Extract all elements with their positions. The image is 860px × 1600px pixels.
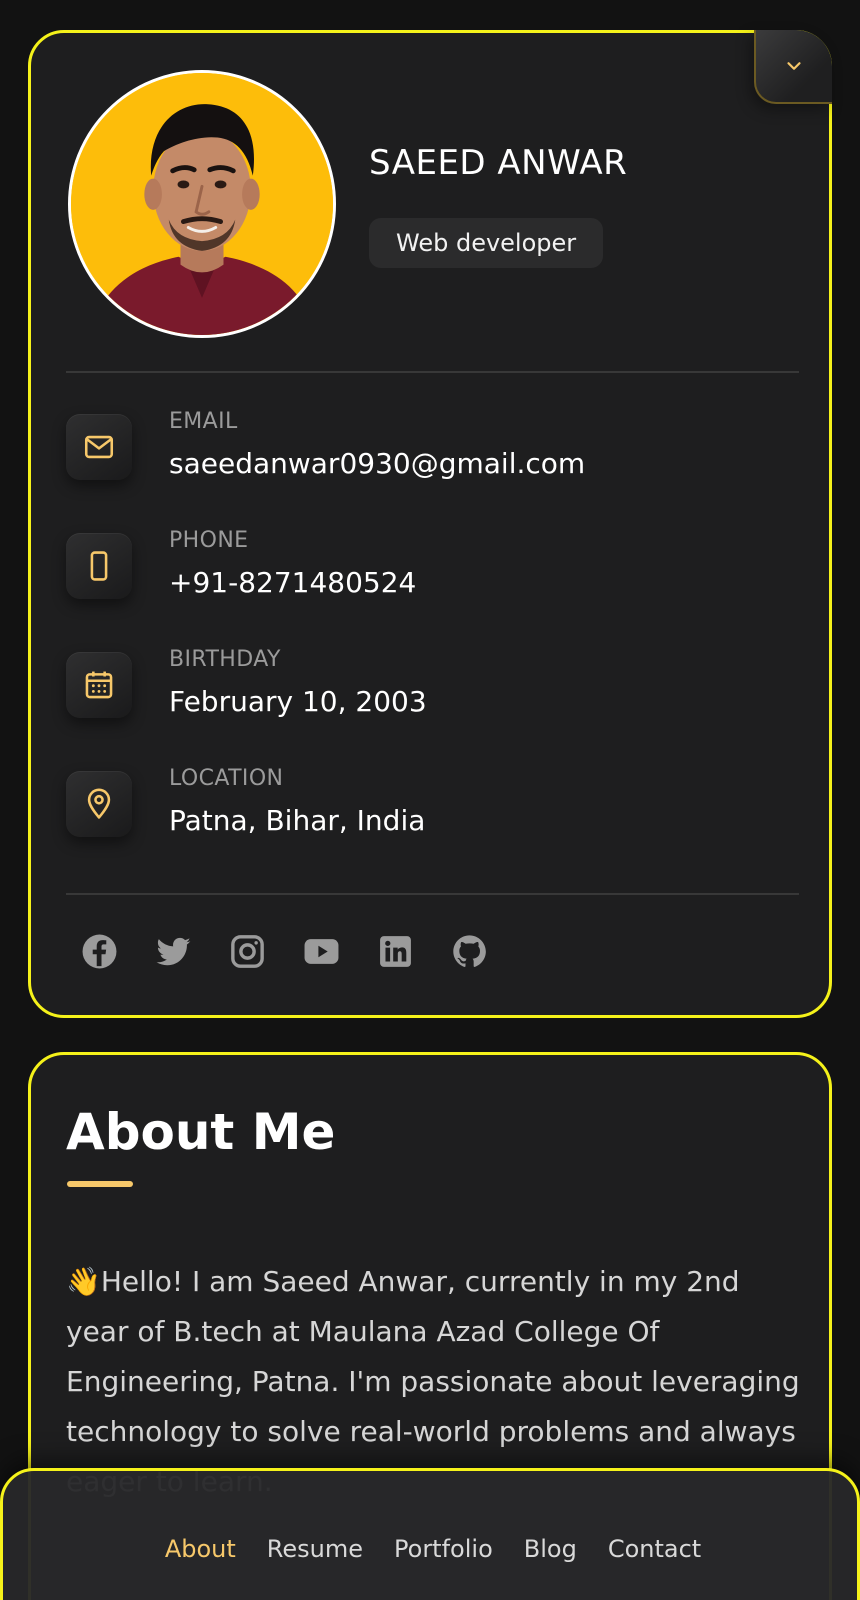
separator bbox=[66, 893, 799, 895]
title-underline bbox=[67, 1181, 133, 1187]
show-contacts-button[interactable] bbox=[754, 30, 832, 104]
profile-name: SAEED ANWAR bbox=[369, 143, 628, 183]
facebook-icon bbox=[82, 934, 117, 969]
contact-item-birthday: BIRTHDAY February 10, 2003 bbox=[66, 647, 799, 727]
nav-item-blog[interactable]: Blog bbox=[524, 1535, 577, 1563]
profile-card: SAEED ANWAR Web developer EMAIL saeedanw… bbox=[28, 30, 832, 1018]
social-links bbox=[81, 933, 488, 970]
separator bbox=[66, 371, 799, 373]
contact-label: EMAIL bbox=[169, 409, 238, 434]
nav-list: About Resume Portfolio Blog Contact bbox=[3, 1535, 860, 1563]
instagram-link[interactable] bbox=[229, 933, 266, 970]
youtube-icon bbox=[304, 939, 339, 964]
nav-item-about[interactable]: About bbox=[165, 1535, 236, 1563]
twitter-icon bbox=[156, 937, 191, 966]
phone-link[interactable]: +91-8271480524 bbox=[169, 566, 416, 599]
bottom-navbar: About Resume Portfolio Blog Contact bbox=[0, 1468, 860, 1600]
location-pin-icon bbox=[87, 788, 111, 819]
contact-item-phone: PHONE +91-8271480524 bbox=[66, 528, 799, 608]
youtube-link[interactable] bbox=[303, 933, 340, 970]
nav-item-contact[interactable]: Contact bbox=[608, 1535, 701, 1563]
page: SAEED ANWAR Web developer EMAIL saeedanw… bbox=[0, 0, 860, 1600]
about-title: About Me bbox=[66, 1103, 336, 1161]
icon-box bbox=[66, 533, 132, 599]
github-icon bbox=[453, 935, 486, 967]
contact-item-location: LOCATION Patna, Bihar, India bbox=[66, 766, 799, 846]
nav-item-portfolio[interactable]: Portfolio bbox=[394, 1535, 493, 1563]
icon-box bbox=[66, 771, 132, 837]
chevron-down-icon bbox=[787, 62, 801, 70]
email-link[interactable]: saeedanwar0930@gmail.com bbox=[169, 447, 585, 480]
calendar-icon bbox=[85, 671, 113, 699]
contact-label: BIRTHDAY bbox=[169, 647, 281, 672]
icon-box bbox=[66, 414, 132, 480]
linkedin-icon bbox=[380, 936, 411, 967]
location-value: Patna, Bihar, India bbox=[169, 804, 426, 837]
icon-box bbox=[66, 652, 132, 718]
contact-label: PHONE bbox=[169, 528, 249, 553]
facebook-link[interactable] bbox=[81, 933, 118, 970]
mail-icon bbox=[84, 435, 114, 459]
phone-icon bbox=[90, 551, 108, 581]
contact-item-email: EMAIL saeedanwar0930@gmail.com bbox=[66, 409, 799, 489]
github-link[interactable] bbox=[451, 933, 488, 970]
avatar-image bbox=[71, 73, 333, 335]
birthday-value: February 10, 2003 bbox=[169, 685, 427, 718]
nav-item-resume[interactable]: Resume bbox=[267, 1535, 363, 1563]
profile-title-badge: Web developer bbox=[369, 218, 604, 268]
linkedin-link[interactable] bbox=[377, 933, 414, 970]
contact-label: LOCATION bbox=[169, 766, 284, 791]
twitter-link[interactable] bbox=[155, 933, 192, 970]
avatar bbox=[68, 70, 336, 338]
instagram-icon bbox=[231, 935, 264, 968]
